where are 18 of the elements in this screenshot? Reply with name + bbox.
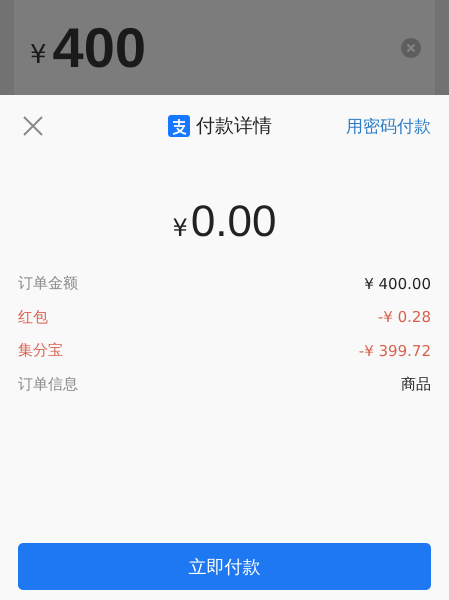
- pay-now-button[interactable]: 立即付款: [18, 543, 431, 590]
- row-label: 订单金额: [18, 274, 78, 294]
- currency-symbol: ¥: [30, 40, 47, 70]
- row-value: -¥ 0.28: [378, 308, 431, 326]
- clear-icon[interactable]: [401, 38, 421, 58]
- close-icon[interactable]: [22, 115, 44, 137]
- payment-logo-icon: [168, 115, 190, 137]
- amount-text: 400: [52, 15, 147, 80]
- row-value: -¥ 399.72: [358, 342, 431, 360]
- row-label: 集分宝: [18, 341, 63, 360]
- currency-symbol: ¥: [172, 214, 188, 242]
- password-pay-link[interactable]: 用密码付款: [346, 114, 431, 138]
- row-label: 订单信息: [18, 374, 78, 394]
- row-value: ¥ 400.00: [364, 274, 431, 293]
- row-label: 红包: [18, 308, 48, 327]
- row-value: 商品: [401, 374, 431, 394]
- sheet-title: 付款详情: [196, 114, 272, 139]
- total-amount: 0.00: [190, 197, 276, 247]
